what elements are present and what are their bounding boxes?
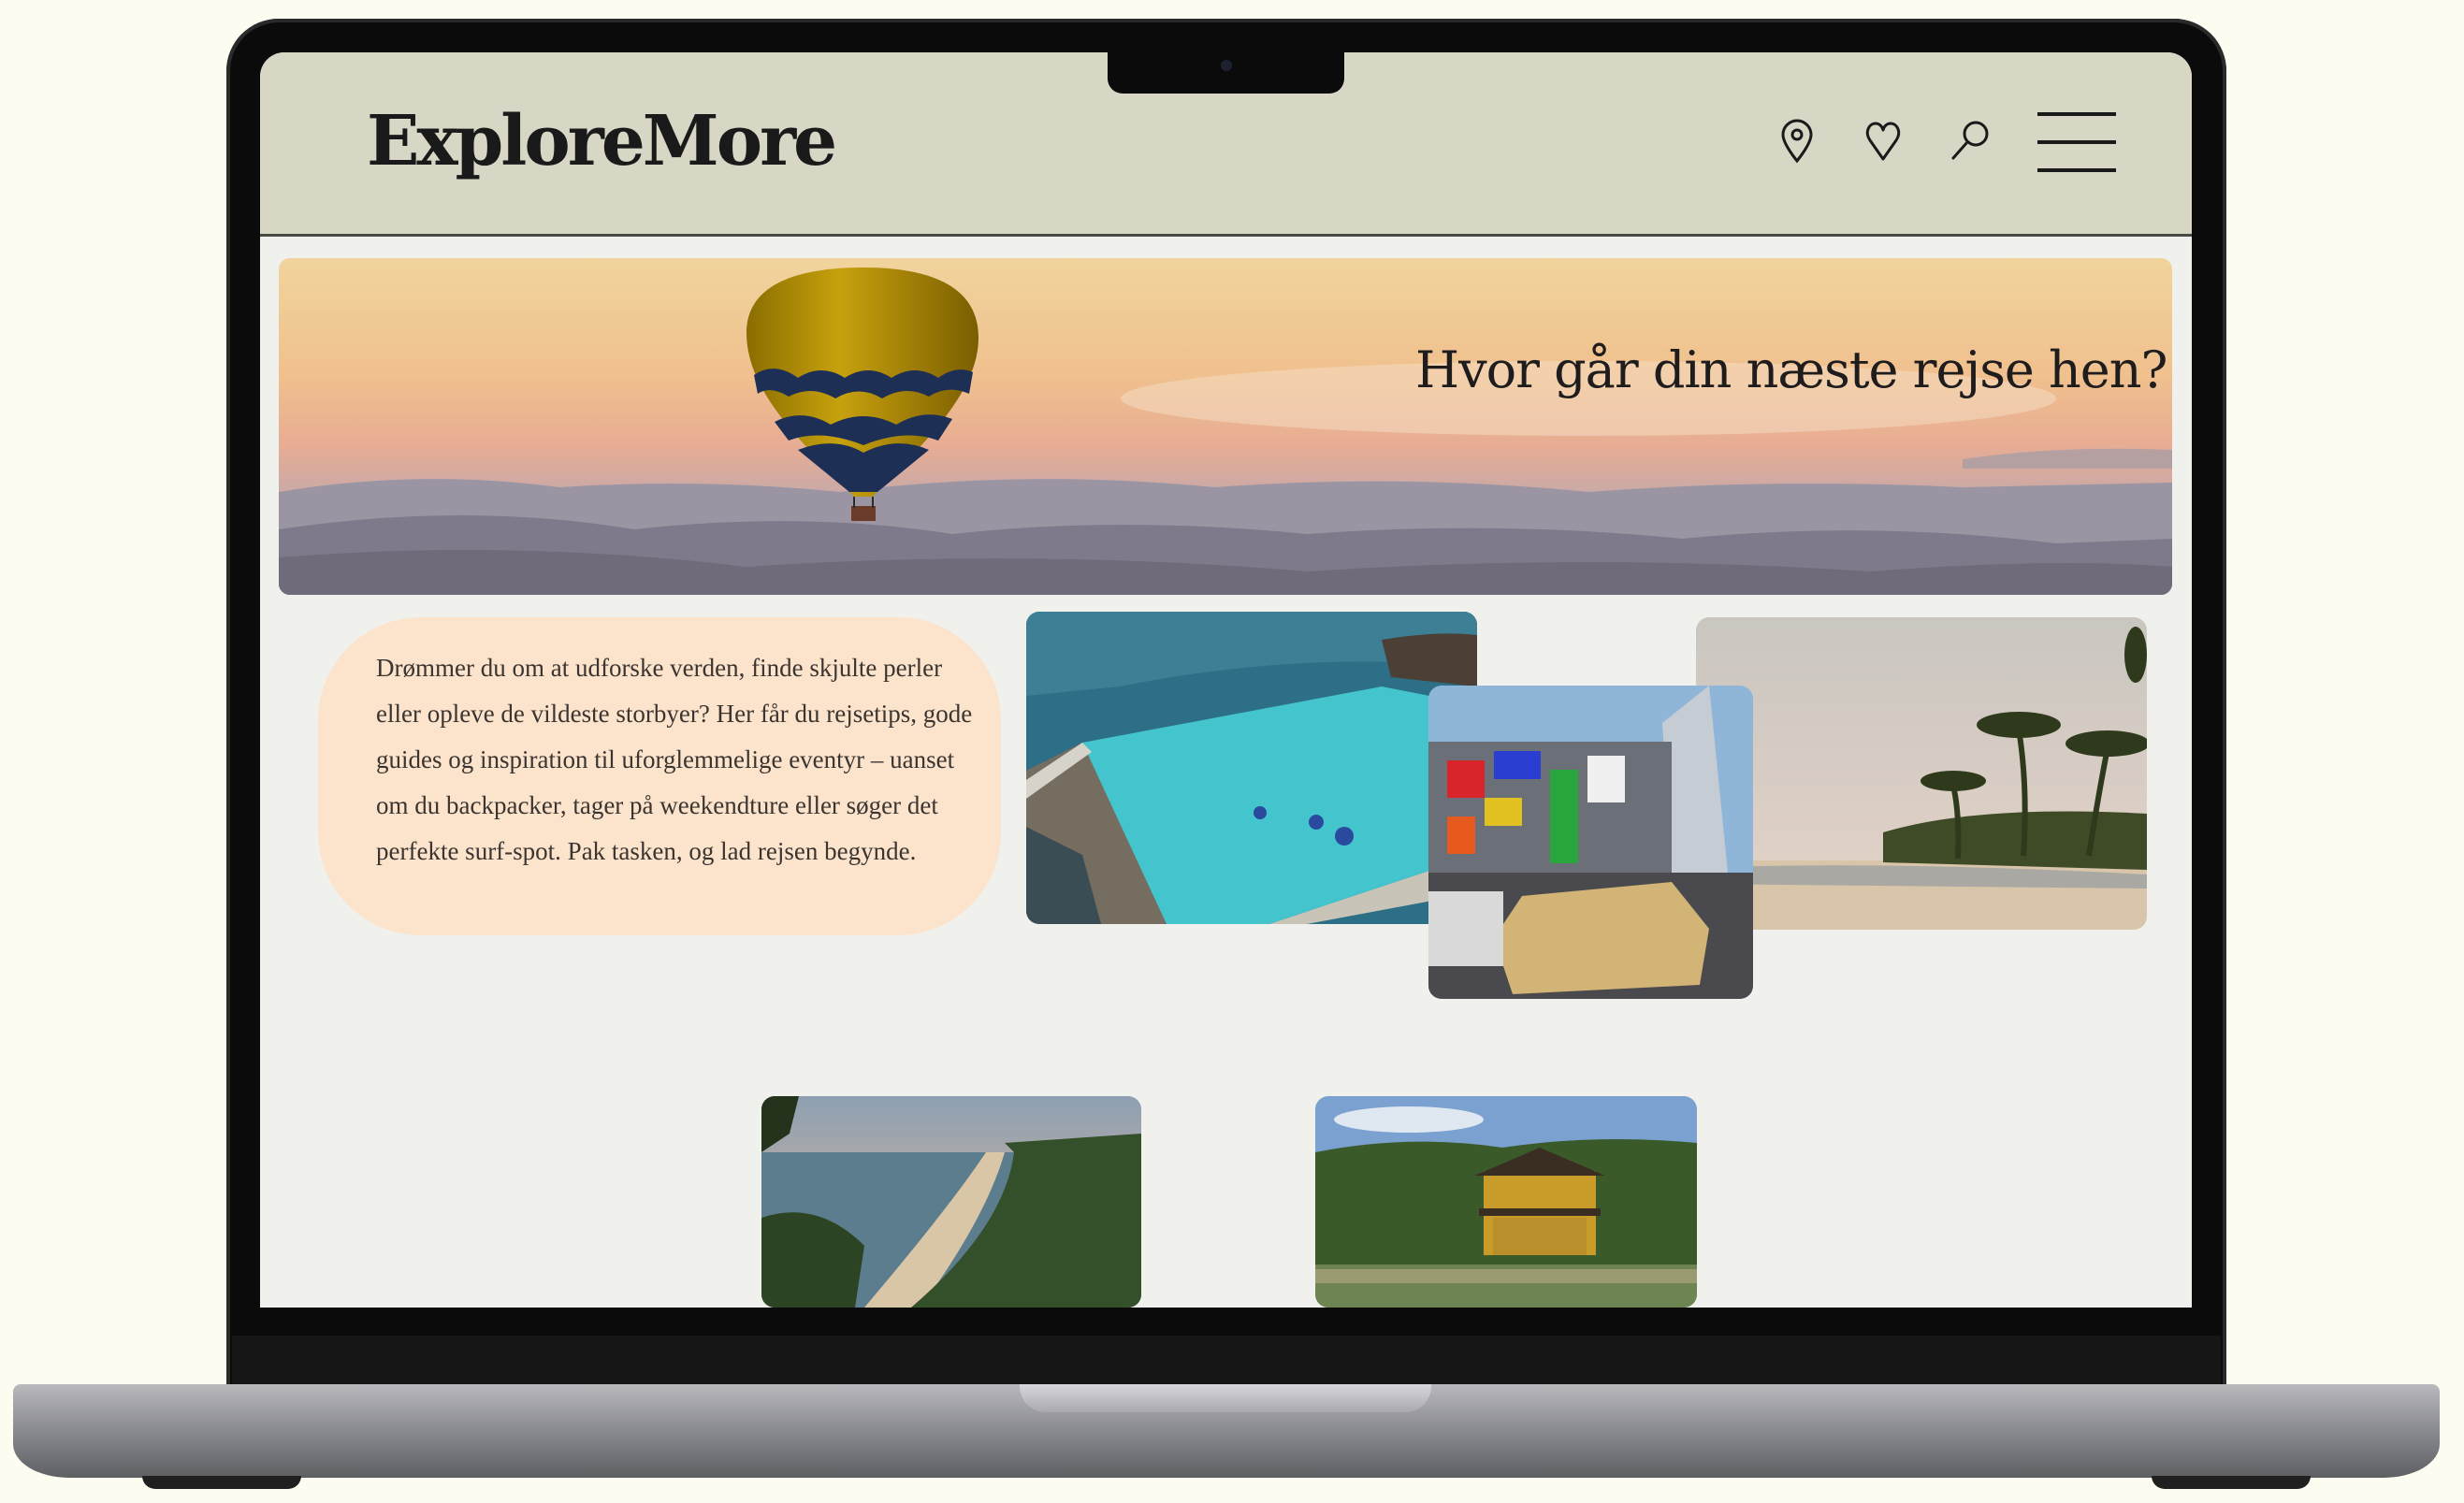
- laptop-foot-right: [2152, 1476, 2311, 1489]
- intro-text: Drømmer du om at udforske verden, finde …: [376, 654, 973, 865]
- location-pin-icon[interactable]: [1776, 118, 1819, 165]
- heart-icon[interactable]: [1862, 118, 1905, 165]
- camera-icon: [1221, 60, 1232, 71]
- site-logo[interactable]: ExploreMore: [367, 101, 837, 181]
- photo-city-street[interactable]: [1428, 686, 1753, 999]
- photo-golden-pavilion[interactable]: [1315, 1096, 1697, 1308]
- laptop-trackpad-notch: [1020, 1384, 1431, 1412]
- menu-icon[interactable]: [2037, 112, 2116, 172]
- camera-notch: [1108, 51, 1344, 94]
- hero-title: Hvor går din næste rejse hen?: [1415, 340, 2167, 399]
- search-icon[interactable]: [1949, 118, 1992, 165]
- photo-beach-palms[interactable]: [1696, 617, 2147, 930]
- laptop-chin: [232, 1336, 2221, 1392]
- photo-ocean-pool[interactable]: [1026, 612, 1477, 924]
- hero-banner: Hvor går din næste rejse hen?: [279, 258, 2172, 595]
- hero-landscape-image: [279, 267, 2172, 595]
- intro-card: Drømmer du om at udforske verden, finde …: [318, 617, 1001, 935]
- laptop-screen: ExploreMore Hvor går din næste rejse hen…: [260, 52, 2192, 1308]
- photo-coast-overlook[interactable]: [761, 1096, 1141, 1308]
- laptop-foot-left: [142, 1476, 301, 1489]
